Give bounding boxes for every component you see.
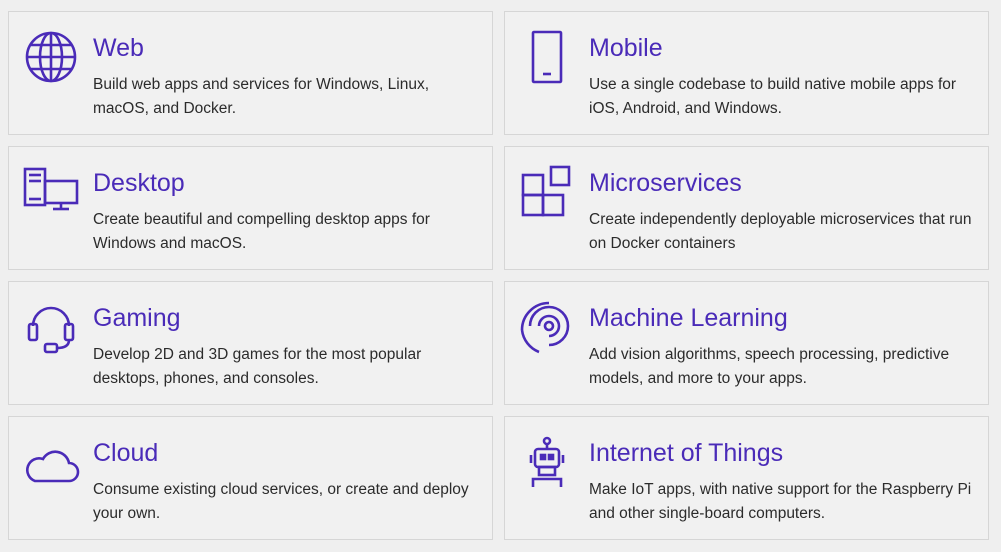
card-mobile[interactable]: Mobile Use a single codebase to build na… xyxy=(504,11,989,135)
mobile-phone-icon xyxy=(519,30,577,88)
cloud-icon xyxy=(23,435,81,493)
card-web[interactable]: Web Build web apps and services for Wind… xyxy=(8,11,493,135)
card-description: Make IoT apps, with native support for t… xyxy=(589,481,972,522)
card-desktop[interactable]: Desktop Create beautiful and compelling … xyxy=(8,146,493,270)
card-internet-of-things[interactable]: Internet of Things Make IoT apps, with n… xyxy=(504,416,989,540)
card-title: Cloud xyxy=(93,439,159,467)
headset-icon xyxy=(23,300,81,358)
card-description: Create independently deployable microser… xyxy=(589,211,972,252)
card-title: Desktop xyxy=(93,169,185,197)
card-title: Machine Learning xyxy=(589,304,788,332)
card-description: Develop 2D and 3D games for the most pop… xyxy=(93,346,422,387)
card-description: Add vision algorithms, speech processing… xyxy=(589,346,950,387)
card-cloud[interactable]: Cloud Consume existing cloud services, o… xyxy=(8,416,493,540)
signal-waves-icon xyxy=(519,300,577,358)
card-description: Build web apps and services for Windows,… xyxy=(93,76,429,117)
card-title: Web xyxy=(93,34,144,62)
card-machine-learning[interactable]: Machine Learning Add vision algorithms, … xyxy=(504,281,989,405)
microservices-blocks-icon xyxy=(519,165,577,223)
card-title: Microservices xyxy=(589,169,742,197)
card-title: Gaming xyxy=(93,304,181,332)
globe-icon xyxy=(23,30,81,88)
workload-card-grid: Web Build web apps and services for Wind… xyxy=(8,11,989,540)
card-description: Consume existing cloud services, or crea… xyxy=(93,481,469,522)
robot-icon xyxy=(519,435,577,493)
card-microservices[interactable]: Microservices Create independently deplo… xyxy=(504,146,989,270)
card-title: Mobile xyxy=(589,34,663,62)
card-gaming[interactable]: Gaming Develop 2D and 3D games for the m… xyxy=(8,281,493,405)
card-title: Internet of Things xyxy=(589,439,784,467)
desktop-computer-icon xyxy=(23,165,81,223)
card-description: Create beautiful and compelling desktop … xyxy=(93,211,430,252)
card-description: Use a single codebase to build native mo… xyxy=(589,76,957,117)
